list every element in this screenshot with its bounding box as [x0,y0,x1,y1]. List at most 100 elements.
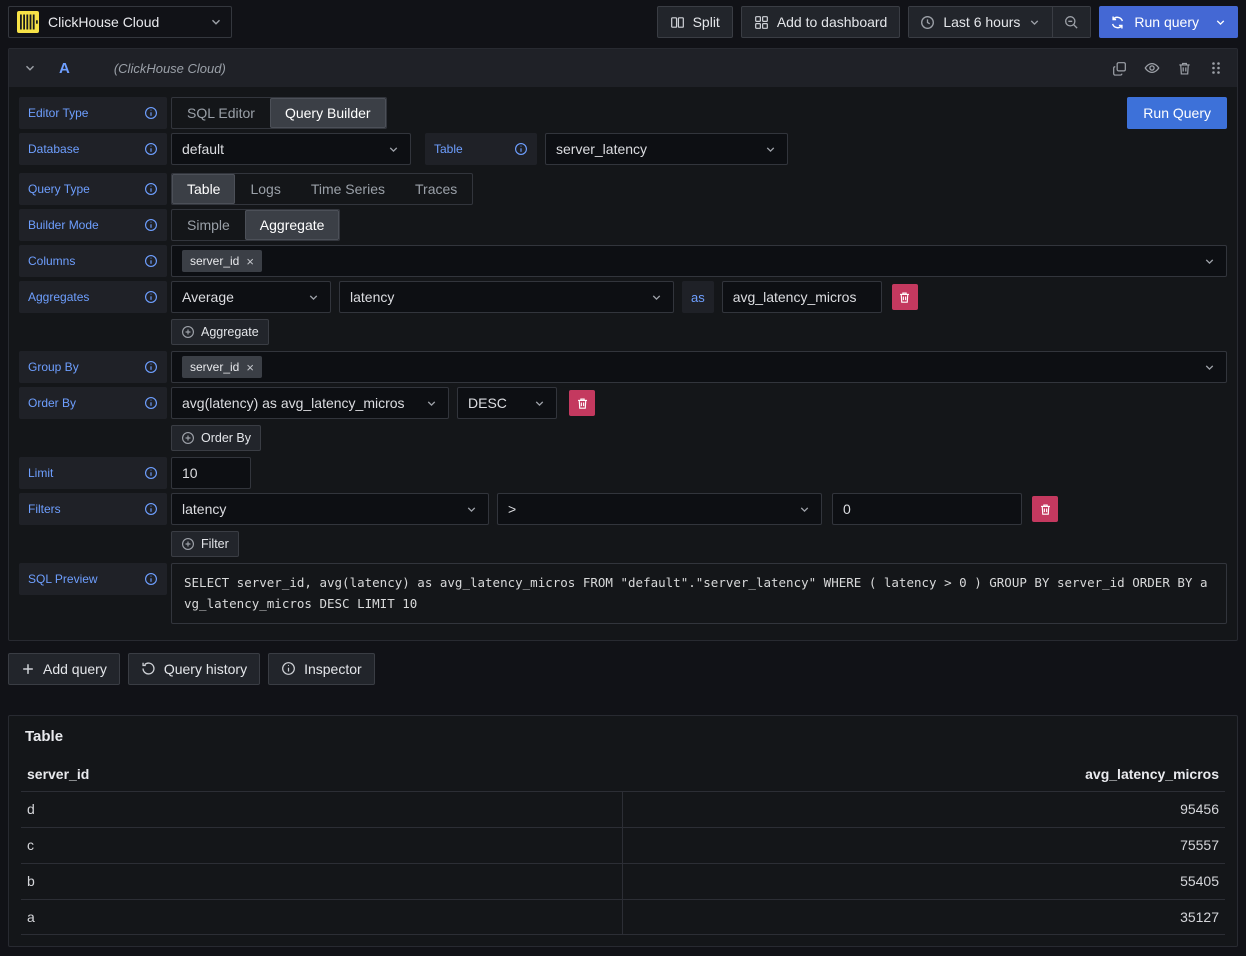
info-circle-icon[interactable] [514,142,528,156]
builder-mode-option-aggregate[interactable]: Aggregate [245,210,340,240]
add-to-dashboard-label: Add to dashboard [777,14,888,30]
query-row-actions [1112,60,1223,76]
info-circle-icon[interactable] [144,360,158,374]
editor-type-option-sql-editor[interactable]: SQL Editor [172,98,270,128]
remove-aggregate-button[interactable] [892,284,918,310]
add-order-by-label: Order By [201,431,251,445]
table-select[interactable]: server_latency [545,133,788,165]
toolbar-actions: Split Add to dashboard Last 6 hours Run … [657,6,1238,38]
cell-server-id: a [21,900,623,934]
aggregate-column-value: latency [350,289,394,305]
aggregate-column-select[interactable]: latency [339,281,674,313]
add-order-by-button[interactable]: Order By [171,425,261,451]
run-query-button[interactable]: Run query [1099,6,1210,38]
info-circle-icon[interactable] [144,218,158,232]
chevron-down-icon [387,143,400,156]
filters-label: Filters [28,502,61,516]
inspector-button[interactable]: Inspector [268,653,375,685]
editor-type-label: Editor Type [28,106,88,120]
editor-run-query-button[interactable]: Run Query [1127,97,1227,129]
info-circle-icon[interactable] [144,396,158,410]
toggle-visibility-eye-icon[interactable] [1144,60,1160,76]
order-by-label-box: Order By [19,387,167,419]
order-by-direction-select[interactable]: DESC [457,387,557,419]
aggregates-row: Aggregates Average latency as [19,281,1227,313]
remove-filter-button[interactable] [1032,496,1058,522]
query-type-option-logs[interactable]: Logs [235,174,295,204]
query-type-option-table[interactable]: Table [172,174,235,204]
filter-column-select[interactable]: latency [171,493,489,525]
database-select[interactable]: default [171,133,411,165]
editor-type-row: Editor Type SQL Editor Query Builder Run… [19,97,1227,129]
duplicate-query-icon[interactable] [1112,61,1127,76]
builder-mode-option-simple[interactable]: Simple [172,210,245,240]
datasource-hint: (ClickHouse Cloud) [114,61,226,76]
add-filter-label: Filter [201,537,229,551]
query-type-option-traces[interactable]: Traces [400,174,472,204]
run-query-dropdown-button[interactable] [1210,6,1238,38]
time-range-picker[interactable]: Last 6 hours [909,7,1052,37]
info-circle-icon[interactable] [144,466,158,480]
database-table-row: Database default Table server_latency [19,133,1227,165]
query-history-button[interactable]: Query history [128,653,260,685]
split-button[interactable]: Split [657,6,733,38]
circle-plus-icon [181,431,195,445]
builder-mode-label-box: Builder Mode [19,209,167,241]
add-aggregate-button[interactable]: Aggregate [171,319,269,345]
drag-handle-icon[interactable] [1209,60,1223,76]
table-row: a 35127 [21,899,1225,935]
info-circle-icon[interactable] [144,290,158,304]
group-by-label-box: Group By [19,351,167,383]
aggregates-label-box: Aggregates [19,281,167,313]
filter-value-input[interactable] [832,493,1022,525]
chevron-down-icon [465,503,478,516]
add-query-button[interactable]: Add query [8,653,120,685]
remove-order-by-button[interactable] [569,390,595,416]
datasource-picker[interactable]: ClickHouse Cloud [8,6,232,38]
info-circle-icon [281,661,296,676]
clickhouse-logo-icon [17,11,39,33]
sql-preview-row: SQL Preview SELECT server_id, avg(latenc… [19,563,1227,624]
remove-tag-icon[interactable]: × [246,255,254,268]
collapse-chevron-icon[interactable] [23,61,37,75]
aggregate-function-select[interactable]: Average [171,281,331,313]
cell-avg-latency: 95456 [623,792,1225,827]
as-keyword-label: as [682,281,714,313]
info-circle-icon[interactable] [144,572,158,586]
group-by-multiselect[interactable]: server_id × [171,351,1227,383]
query-row-header[interactable]: A (ClickHouse Cloud) [9,49,1237,87]
column-header-avg-latency-micros[interactable]: avg_latency_micros [623,766,1225,782]
columns-label-box: Columns [19,245,167,277]
zoom-out-time-button[interactable] [1053,7,1090,37]
filter-operator-select[interactable]: > [497,493,822,525]
add-query-label: Add query [43,661,107,677]
info-circle-icon[interactable] [144,502,158,516]
circle-plus-icon [181,325,195,339]
add-to-dashboard-button[interactable]: Add to dashboard [741,6,901,38]
explore-footer: Add query Query history Inspector [8,653,1238,685]
order-by-field-select[interactable]: avg(latency) as avg_latency_micros [171,387,449,419]
limit-input[interactable] [171,457,251,489]
remove-tag-icon[interactable]: × [246,361,254,374]
filters-row: Filters latency > [19,493,1227,525]
filters-label-box: Filters [19,493,167,525]
editor-type-option-query-builder[interactable]: Query Builder [270,98,386,128]
query-type-option-time-series[interactable]: Time Series [296,174,400,204]
table-row: c 75557 [21,827,1225,863]
chevron-down-icon [209,15,223,29]
query-history-label: Query history [164,661,247,677]
aggregate-alias-input[interactable] [722,281,882,313]
order-by-row: Order By avg(latency) as avg_latency_mic… [19,387,1227,419]
info-circle-icon[interactable] [144,106,158,120]
cell-avg-latency: 75557 [623,828,1225,863]
inspector-label: Inspector [304,661,362,677]
info-circle-icon[interactable] [144,142,158,156]
add-filter-button[interactable]: Filter [171,531,239,557]
columns-multiselect[interactable]: server_id × [171,245,1227,277]
plus-icon [21,662,35,676]
chevron-down-icon [533,397,546,410]
info-circle-icon[interactable] [144,254,158,268]
info-circle-icon[interactable] [144,182,158,196]
remove-query-trash-icon[interactable] [1177,61,1192,76]
column-header-server-id[interactable]: server_id [21,766,623,782]
